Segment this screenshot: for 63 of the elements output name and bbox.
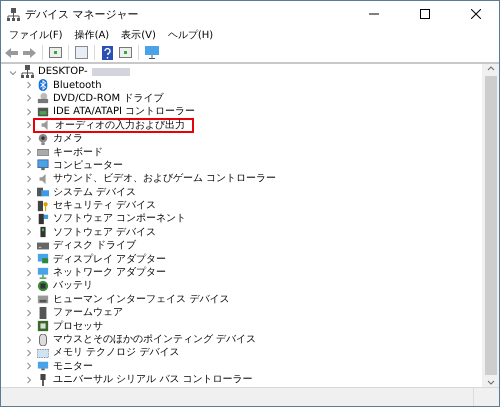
menu-item[interactable]: 表示(V) <box>116 28 161 42</box>
monitor-icon <box>37 159 49 172</box>
bluetooth-icon <box>37 79 49 92</box>
tree-item[interactable]: システム デバイス <box>50 186 140 198</box>
close-icon <box>471 9 481 19</box>
battery-icon <box>37 280 49 292</box>
tree-item[interactable]: DESKTOP- <box>35 66 91 78</box>
properties-icon[interactable] <box>74 45 89 60</box>
camera-icon <box>37 132 49 145</box>
keyboard-icon <box>37 146 49 158</box>
menu-item[interactable]: 操作(A) <box>70 28 114 42</box>
mouse-icon <box>37 334 49 346</box>
chevron-down-icon[interactable] <box>9 69 17 78</box>
menu-item[interactable]: ヘルプ(H) <box>162 28 218 42</box>
tree-item[interactable]: ネットワーク アダプター <box>50 267 170 278</box>
tree-item[interactable]: メモリ テクノロジ デバイス <box>50 347 182 358</box>
tree-item[interactable]: ファームウェア <box>50 307 126 318</box>
tree-item[interactable]: マウスとそのほかのポインティング デバイス <box>50 334 260 345</box>
maximize-icon <box>420 9 430 19</box>
menu-item[interactable]: ファイル(F) <box>4 28 68 42</box>
network-icon <box>37 266 49 279</box>
tree-item[interactable]: オーディオの入力および出力 <box>52 120 188 131</box>
blurred-text <box>92 68 130 76</box>
window-title: デバイス マネージャー <box>25 6 140 22</box>
tree-item[interactable]: モニター <box>50 360 96 372</box>
firmware-icon <box>37 306 49 319</box>
key-icon <box>37 200 49 212</box>
tree-item[interactable]: キーボード <box>50 146 106 158</box>
hid-icon <box>37 293 49 306</box>
tree-item[interactable]: セキュリティ デバイス <box>50 200 160 212</box>
tree-item[interactable]: プロセッサ <box>50 320 106 332</box>
tree-item[interactable]: ディスク ドライブ <box>50 240 140 252</box>
forward-arrow-icon[interactable] <box>22 45 37 60</box>
scrollbar-thumb[interactable] <box>484 76 496 375</box>
tree-item[interactable]: サウンド、ビデオ、およびゲーム コントローラー <box>50 173 280 184</box>
scrollbar[interactable] <box>482 64 499 387</box>
component-icon <box>37 212 49 225</box>
monitor-icon <box>37 360 49 372</box>
tree-item[interactable]: バッテリ <box>50 280 96 292</box>
memory-icon <box>37 346 49 359</box>
display-adapter-icon <box>37 253 49 266</box>
processor-icon <box>37 320 49 332</box>
disc-drive-icon <box>37 92 49 104</box>
computer-tree-icon <box>21 65 34 78</box>
disk-drive-icon <box>37 240 49 252</box>
tree-item[interactable]: Bluetooth <box>50 80 105 91</box>
tree-item[interactable]: ディスプレイ アダプター <box>50 254 170 265</box>
system-icon <box>37 186 49 198</box>
window-panel-icon[interactable] <box>118 45 133 60</box>
tree-item[interactable]: コンピューター <box>50 160 126 171</box>
tree-item[interactable]: ソフトウェア デバイス <box>50 226 160 238</box>
monitor-scan-icon[interactable] <box>144 45 159 60</box>
tree-item[interactable]: ソフトウェア コンポーネント <box>50 213 190 224</box>
tree-item[interactable]: カメラ <box>50 133 86 144</box>
window-panel-icon[interactable] <box>48 45 63 60</box>
tree-item[interactable]: ヒューマン インターフェイス デバイス <box>50 294 232 305</box>
help-icon[interactable] <box>100 45 115 60</box>
tree-item[interactable]: ユニバーサル シリアル バス コントローラー <box>50 374 256 386</box>
tree-item[interactable]: DVD/CD-ROM ドライブ <box>50 92 166 104</box>
computer-tree-icon <box>7 8 20 20</box>
tree-item[interactable]: IDE ATA/ATAPI コントローラー <box>50 106 198 118</box>
controller-icon <box>37 106 49 118</box>
back-arrow-icon[interactable] <box>4 45 19 60</box>
